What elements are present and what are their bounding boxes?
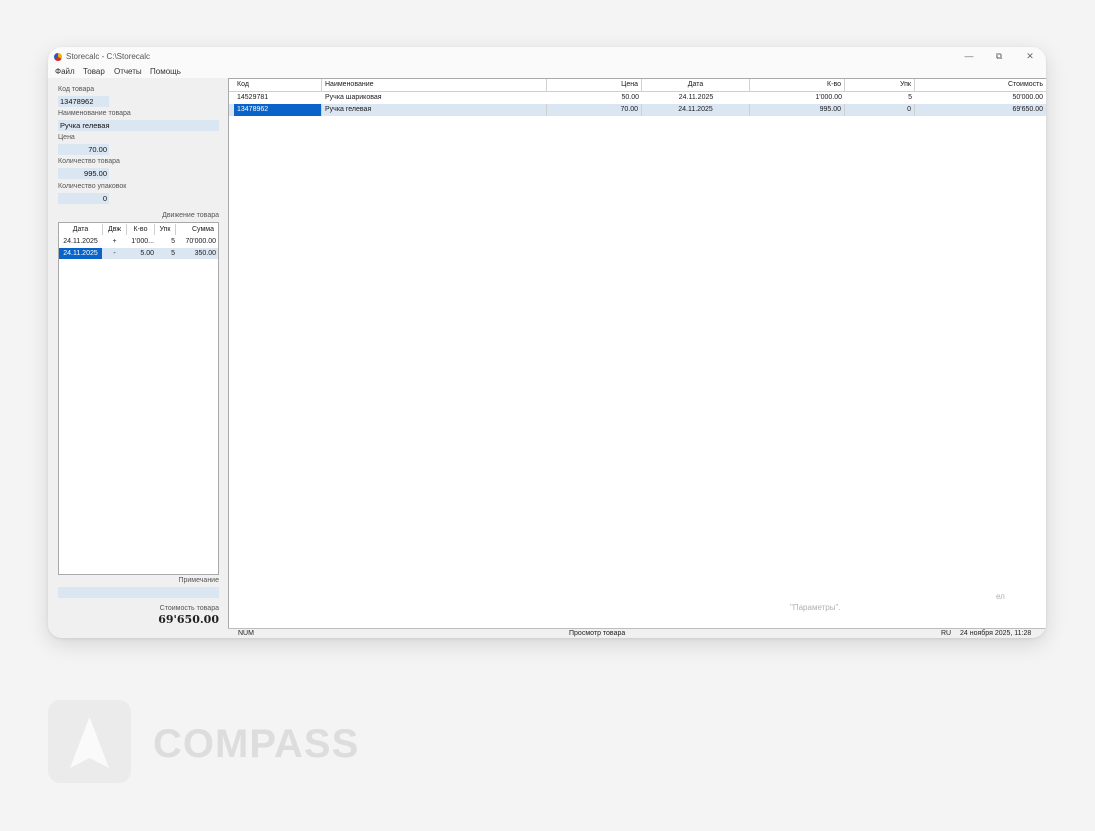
menu-bar: Файл Товар Отчеты Помощь	[48, 66, 1046, 78]
packs-field[interactable]: 0	[58, 193, 109, 204]
code-field[interactable]: 13478962	[58, 96, 109, 107]
total-value: 69'650.00	[158, 613, 219, 626]
movement-row-selected[interactable]: 24.11.2025 - 5.00 5 350.00	[59, 248, 218, 259]
title-bar[interactable]: Storecalc - C:\Storecalc — ⧉ ✕	[48, 47, 1046, 66]
status-mode: Просмотр товара	[569, 630, 626, 637]
mv-cell-date: 24.11.2025	[63, 238, 98, 245]
mv-cell-sum: 70'000.00	[185, 238, 216, 245]
mv-cell-qty: 1'000...	[131, 238, 154, 245]
grid-cell-packs: 5	[908, 94, 912, 101]
status-lang: RU	[941, 630, 952, 637]
grid-cell-qty: 995.00	[750, 104, 845, 116]
close-button[interactable]: ✕	[1021, 50, 1039, 63]
grid-col-qty[interactable]: К-во	[750, 79, 845, 91]
movement-table[interactable]: Дата Двж К-во Упк Сумма 24.11.2025 + 1'0…	[58, 222, 219, 575]
movement-header-row: Дата Двж К-во Упк Сумма	[59, 224, 218, 235]
mv-col-direction[interactable]: Двж	[103, 224, 127, 235]
movement-label: Движение товара	[162, 212, 219, 219]
packs-label: Количество упаковок	[58, 183, 127, 190]
grid-col-date[interactable]: Дата	[642, 79, 750, 91]
minimize-button[interactable]: —	[960, 50, 978, 63]
window-title: Storecalc - C:\Storecalc	[66, 52, 151, 61]
product-grid[interactable]: Код Наименование Цена Дата К-во Упк Стои…	[228, 78, 1046, 628]
grid-col-name[interactable]: Наименование	[322, 79, 547, 91]
status-datetime: 24 ноября 2025, 11:28	[960, 630, 1032, 637]
product-form-panel: Код товара 13478962 Наименование товара …	[48, 78, 225, 638]
grid-cell-name: Ручка гелевая	[322, 104, 547, 116]
grid-cell-date: 24.11.2025	[678, 94, 714, 101]
faded-text: "Параметры".	[790, 603, 841, 612]
mv-col-packs[interactable]: Упк	[155, 224, 176, 235]
grid-col-code[interactable]: Код	[234, 79, 322, 91]
grid-cell-packs: 0	[845, 104, 915, 116]
movement-row[interactable]: 24.11.2025 + 1'000... 5 70'000.00	[59, 236, 218, 247]
name-label: Наименование товара	[58, 110, 131, 117]
compass-logo-icon	[48, 700, 131, 783]
name-field[interactable]: Ручка гелевая	[58, 120, 219, 131]
mv-cell-packs: 5	[171, 250, 175, 257]
grid-cell-date: 24.11.2025	[642, 104, 750, 116]
restore-button[interactable]: ⧉	[990, 50, 1008, 63]
mv-col-qty[interactable]: К-во	[127, 224, 155, 235]
grid-cell-code: 14529781	[237, 94, 269, 101]
grid-col-total[interactable]: Стоимость	[915, 79, 1046, 91]
mv-cell-qty: 5.00	[140, 250, 154, 257]
grid-cell-name: Ручка шариковая	[325, 94, 382, 101]
mv-col-sum[interactable]: Сумма	[176, 224, 214, 235]
status-num: NUM	[238, 630, 254, 637]
total-label: Стоимость товара	[159, 605, 219, 612]
menu-file[interactable]: Файл	[55, 67, 75, 76]
menu-reports[interactable]: Отчеты	[114, 67, 142, 76]
qty-field[interactable]: 995.00	[58, 168, 109, 179]
price-field[interactable]: 70.00	[58, 144, 109, 155]
note-label: Примечание	[178, 577, 219, 584]
mv-cell-sum: 350.00	[194, 250, 216, 257]
mv-cell-direction: -	[113, 250, 116, 257]
grid-row-selected[interactable]: 13478962 Ручка гелевая 70.00 24.11.2025 …	[229, 104, 1046, 116]
grid-cell-price: 50.00	[621, 94, 639, 101]
grid-col-price[interactable]: Цена	[547, 79, 642, 91]
mv-col-date[interactable]: Дата	[59, 224, 103, 235]
mv-cell-packs: 5	[171, 238, 175, 245]
app-window: Storecalc - C:\Storecalc — ⧉ ✕ Файл Това…	[48, 47, 1046, 638]
menu-product[interactable]: Товар	[83, 67, 105, 76]
grid-cell-price: 70.00	[547, 104, 642, 116]
brand-name: COMPASS	[153, 722, 360, 766]
grid-row[interactable]: 14529781 Ручка шариковая 50.00 24.11.202…	[229, 92, 1046, 104]
qty-label: Количество товара	[58, 158, 120, 165]
grid-cell-qty: 1'000.00	[815, 94, 842, 101]
brand-watermark: COMPASS	[48, 700, 358, 784]
app-icon	[54, 53, 62, 61]
menu-help[interactable]: Помощь	[150, 67, 181, 76]
mv-cell-direction: +	[112, 238, 117, 245]
faded-text: ел	[996, 592, 1005, 601]
grid-cell-total: 50'000.00	[1012, 94, 1043, 101]
grid-cell-code: 13478962	[234, 104, 322, 116]
code-label: Код товара	[58, 86, 95, 93]
mv-cell-date: 24.11.2025	[59, 248, 102, 259]
grid-header-row: Код Наименование Цена Дата К-во Упк Стои…	[229, 79, 1046, 92]
grid-col-packs[interactable]: Упк	[845, 79, 915, 91]
grid-cell-total: 69'650.00	[1012, 106, 1043, 113]
price-label: Цена	[58, 134, 75, 141]
note-field[interactable]	[58, 587, 219, 598]
status-bar: NUM Просмотр товара RU 24 ноября 2025, 1…	[228, 628, 1046, 638]
